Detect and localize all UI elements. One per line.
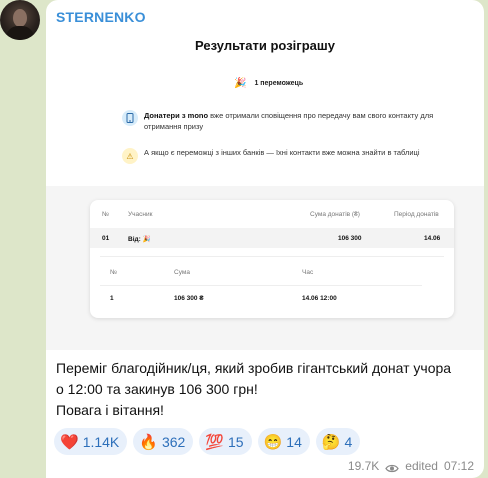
thinking-icon: 🤔 xyxy=(321,433,341,451)
channel-name[interactable]: STERNENKO xyxy=(56,9,146,25)
table-header-sum: Сума донатів (₴) xyxy=(310,211,360,218)
message-bubble: STERNENKO Результати розіграшу 🎉 1 перем… xyxy=(46,0,484,478)
reaction-count: 14 xyxy=(286,433,302,450)
table-cell-period: 14.06 xyxy=(424,235,441,242)
reaction-count: 15 xyxy=(228,433,244,450)
table-header-num: № xyxy=(102,211,109,218)
warning-icon: ⚠ xyxy=(122,148,138,164)
image-title: Результати розіграшу xyxy=(195,38,335,53)
reaction-count: 1.14K xyxy=(82,433,120,450)
reaction-count: 362 xyxy=(161,433,186,450)
avatar-body xyxy=(6,26,34,40)
reaction-fire[interactable]: 🔥 362 xyxy=(133,428,194,455)
winners-count: 1 переможець xyxy=(254,80,304,87)
table-cell-participant: Від: 🎉 xyxy=(128,236,151,243)
reactions-bar: ❤️ 1.14K 🔥 362 💯 15 😁 14 🤔 4 xyxy=(54,428,361,455)
table-header-participant: Учасник xyxy=(128,211,153,218)
results-table-card: № Учасник Сума донатів (₴) Період донаті… xyxy=(90,200,454,318)
eye-icon xyxy=(385,462,399,472)
avatar-face xyxy=(13,9,27,27)
reaction-hundred[interactable]: 💯 15 xyxy=(199,428,252,455)
other-banks-note: А якщо є переможці з інших банків — їхні… xyxy=(144,148,420,157)
winners-row: 🎉 1 переможець xyxy=(234,78,303,89)
subtable-header-num: № xyxy=(110,269,117,276)
subtable-header-time: Час xyxy=(302,269,314,276)
image-top-panel: Результати розіграшу 🎉 1 переможець Дона… xyxy=(46,28,484,186)
views-count: 19.7K xyxy=(347,459,380,473)
mono-note-bold: Донатери з mono xyxy=(144,111,209,120)
fire-icon: 🔥 xyxy=(139,433,158,451)
edited-label: edited xyxy=(405,459,438,473)
caption-line-3: Повага і вітання! xyxy=(56,402,164,418)
table-cell-num: 01 xyxy=(102,235,110,242)
phone-icon xyxy=(122,110,138,126)
reaction-grin[interactable]: 😁 14 xyxy=(257,428,310,455)
post-image[interactable]: Результати розіграшу 🎉 1 переможець Дона… xyxy=(46,28,484,350)
hundred-icon: 💯 xyxy=(205,433,225,451)
subtable-cell-num: 1 xyxy=(110,295,114,302)
reaction-heart[interactable]: ❤️ 1.14K xyxy=(54,428,128,455)
caption-line-2: о 12:00 та закинув 106 300 грн! xyxy=(56,381,258,397)
message-meta: 19.7K edited 07:12 xyxy=(348,459,474,473)
table-header-period: Період донатів xyxy=(394,211,439,218)
caption-line-1: Переміг благодійник/ця, який зробив гіга… xyxy=(56,360,452,376)
table-cell-sum: 106 300 xyxy=(338,235,362,242)
grin-icon: 😁 xyxy=(263,433,283,451)
subtable-cell-time: 14.06 12:00 xyxy=(302,295,337,302)
message-caption: Переміг благодійник/ця, який зробив гіга… xyxy=(56,358,476,421)
subtable-cell-sum: 106 300 ₴ xyxy=(174,295,204,302)
subtable-header-sum: Сума xyxy=(174,269,190,276)
subtable-divider xyxy=(100,285,422,286)
message-time: 07:12 xyxy=(443,459,474,473)
mono-note: Донатери з mono вже отримали сповіщення … xyxy=(144,110,444,132)
reaction-count: 4 xyxy=(344,433,353,450)
party-icon: 🎉 xyxy=(234,78,247,89)
donations-subtable: № Сума Час 1 106 300 ₴ 14.06 12:00 xyxy=(100,256,444,312)
reaction-thinking[interactable]: 🤔 4 xyxy=(315,428,361,455)
heart-icon: ❤️ xyxy=(60,433,79,451)
channel-avatar[interactable] xyxy=(0,0,40,40)
